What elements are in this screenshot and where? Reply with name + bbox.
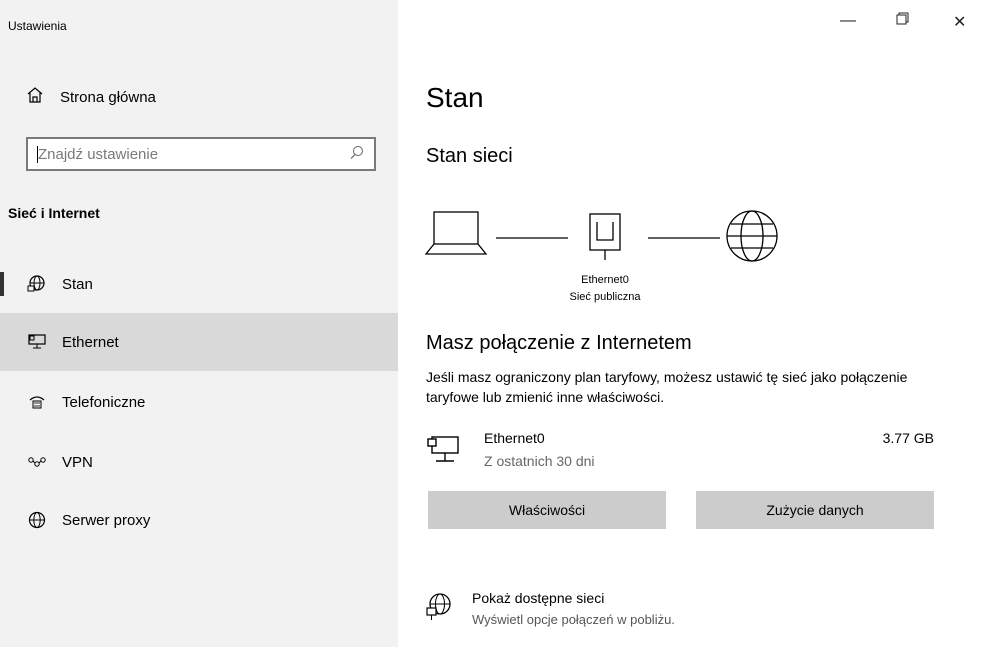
home-link[interactable]: Strona główna [26, 86, 156, 108]
search-icon [350, 145, 364, 164]
text-caret [37, 146, 38, 163]
adapter-usage: 3.77 GB [882, 430, 934, 446]
home-label: Strona główna [60, 88, 156, 106]
internet-globe-icon [726, 210, 778, 262]
close-button[interactable]: ✕ [953, 12, 966, 32]
home-icon [26, 86, 44, 108]
sidebar-item-vpn[interactable]: VPN [0, 433, 398, 491]
network-status-title: Stan sieci [426, 145, 513, 167]
properties-button[interactable]: Właściwości [428, 491, 666, 529]
sidebar: Ustawienia Strona główna Znajdź ustawien… [0, 0, 398, 647]
adapter-period: Z ostatnich 30 dni [484, 453, 595, 469]
data-usage-button[interactable]: Zużycie danych [696, 491, 934, 529]
minimize-button[interactable]: — [840, 12, 856, 30]
show-networks-link[interactable]: Pokaż dostępne sieci [472, 590, 604, 606]
diagram-network-type: Sieć publiczna [569, 291, 641, 303]
sidebar-item-telefoniczne[interactable]: Telefoniczne [0, 373, 398, 431]
sidebar-item-stan[interactable]: Stan [0, 255, 398, 313]
ethernet-icon [26, 331, 48, 353]
restore-button[interactable] [896, 12, 909, 30]
show-networks-subtitle: Wyświetl opcje połączeń w pobliżu. [472, 612, 675, 627]
globe-network-icon [26, 273, 48, 295]
dialup-icon [26, 391, 48, 413]
connected-description: Jeśli masz ograniczony plan taryfowy, mo… [426, 369, 908, 405]
adapter-name: Ethernet0 [484, 430, 545, 446]
main-panel: — ✕ Stan Stan sieci Ethernet0 Sieć publi… [398, 0, 983, 647]
sidebar-item-label: Ethernet [62, 333, 119, 351]
diagram-adapter-name: Ethernet0 [581, 274, 629, 286]
search-input[interactable]: Znajdź ustawienie [26, 137, 376, 171]
ethernet-adapter-icon [589, 213, 621, 260]
search-placeholder: Znajdź ustawienie [38, 145, 159, 163]
network-diagram [422, 200, 802, 275]
page-title: Stan [426, 82, 484, 113]
vpn-icon [26, 451, 48, 473]
sidebar-item-label: Stan [62, 275, 93, 293]
app-title: Ustawienia [8, 19, 67, 33]
sidebar-item-ethernet[interactable]: Ethernet [0, 313, 398, 371]
globe-icon [26, 509, 48, 531]
selection-indicator [0, 272, 4, 296]
sidebar-item-label: Telefoniczne [62, 393, 146, 411]
sidebar-item-label: Serwer proxy [62, 511, 151, 529]
laptop-icon [424, 211, 488, 255]
ethernet-adapter-icon [426, 433, 460, 472]
sidebar-item-serwer-proxy[interactable]: Serwer proxy [0, 491, 398, 549]
globe-network-icon [426, 593, 452, 628]
sidebar-item-label: VPN [62, 453, 93, 471]
restore-icon [896, 12, 909, 25]
connected-title: Masz połączenie z Internetem [426, 332, 692, 354]
section-title: Sieć i Internet [8, 205, 100, 221]
